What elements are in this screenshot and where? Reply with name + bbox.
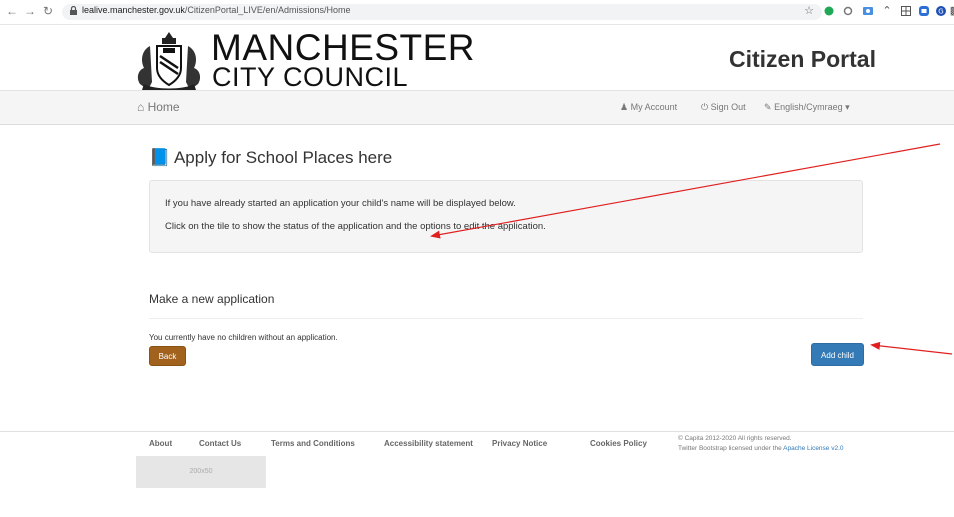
divider (149, 318, 863, 319)
reload-icon[interactable]: ↻ (43, 4, 53, 18)
footer-link-about[interactable]: About (149, 439, 172, 448)
footer-link-accessibility[interactable]: Accessibility statement (384, 439, 473, 448)
edit-icon: ✎ (764, 102, 772, 112)
blue-square-extension-icon[interactable] (918, 5, 930, 17)
lock-icon (70, 6, 77, 15)
browser-toolbar: ← → ↻ lealive.manchester.gov.uk/CitizenP… (0, 0, 954, 25)
cloud-extension-icon[interactable]: ⌃ (881, 5, 893, 17)
sign-out-link[interactable]: ⏻ Sign Out (701, 91, 746, 124)
back-arrow-icon[interactable]: ← (6, 4, 18, 18)
manchester-crest-logo[interactable] (130, 26, 208, 98)
star-icon[interactable]: ☆ (803, 5, 815, 17)
footer-divider (0, 431, 954, 432)
address-bar[interactable]: lealive.manchester.gov.uk/CitizenPortal_… (62, 4, 822, 20)
caret-down-icon: ▾ (845, 102, 850, 112)
back-button[interactable]: Back (149, 346, 186, 366)
annotation-arrow-add-child (870, 341, 953, 355)
add-child-button[interactable]: Add child (811, 343, 864, 366)
copyright-text: © Capita 2012-2020 All rights reserved. … (678, 435, 844, 452)
footer-link-contact[interactable]: Contact Us (199, 439, 241, 448)
home-icon: ⌂ (137, 100, 145, 114)
new-application-heading: Make a new application (149, 292, 275, 306)
footer-link-privacy[interactable]: Privacy Notice (492, 439, 547, 448)
user-icon: ♟ (620, 102, 629, 112)
apache-license-link[interactable]: Apache License v2.0 (783, 445, 843, 452)
svg-text:G: G (938, 8, 943, 16)
page-heading: 📘 Apply for School Places here (149, 148, 393, 167)
my-account-link[interactable]: ♟ My Account (620, 91, 677, 124)
green-dot-extension-icon[interactable] (823, 5, 835, 17)
home-link[interactable]: ⌂ Home (137, 91, 180, 124)
circle-extension-icon[interactable] (842, 5, 854, 17)
blue-circle-extension-icon[interactable]: G (935, 5, 947, 17)
photo-extension-icon[interactable] (862, 5, 874, 17)
no-children-message: You currently have no children without a… (149, 333, 338, 342)
portal-title: Citizen Portal (729, 46, 876, 72)
forward-arrow-icon[interactable]: → (24, 4, 36, 18)
info-text-line2: Click on the tile to show the status of … (165, 221, 546, 232)
puzzle-icon[interactable]: ▩ (949, 5, 954, 17)
power-icon: ⏻ (701, 102, 709, 112)
footer-link-cookies[interactable]: Cookies Policy (590, 439, 647, 448)
info-panel: If you have already started an applicati… (149, 180, 863, 253)
placeholder-image: 200x50 (136, 456, 266, 488)
logo-title-line2: CITY COUNCIL (212, 62, 409, 92)
info-text-line1: If you have already started an applicati… (165, 198, 516, 209)
site-navbar: ⌂ Home ♟ My Account ⏻ Sign Out ✎ English… (0, 90, 954, 125)
grid-extension-icon[interactable] (900, 5, 912, 17)
url-text: lealive.manchester.gov.uk/CitizenPortal_… (82, 5, 351, 15)
book-icon: 📘 (149, 148, 171, 167)
footer-link-terms[interactable]: Terms and Conditions (271, 439, 355, 448)
language-dropdown[interactable]: ✎ English/Cymraeg ▾ (764, 91, 850, 124)
